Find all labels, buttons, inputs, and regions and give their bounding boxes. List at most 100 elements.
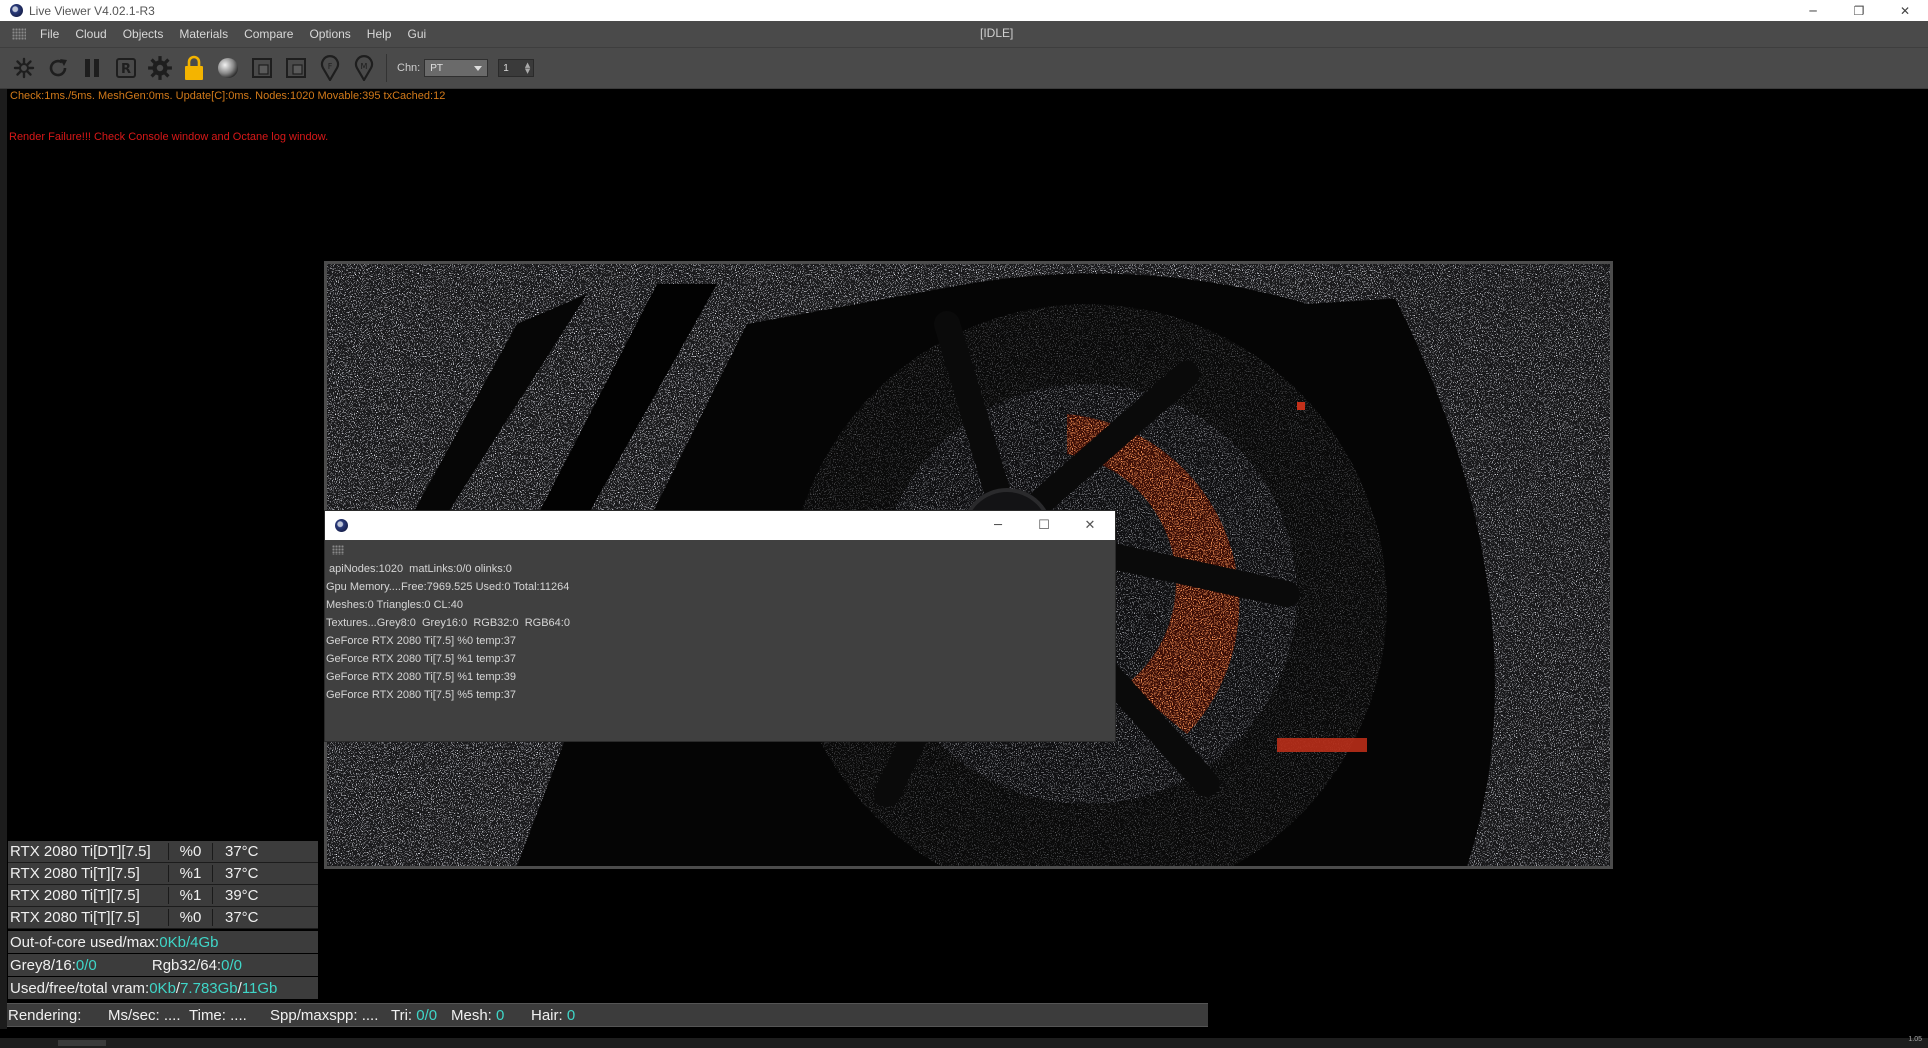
dialog-close-button[interactable]: ✕ <box>1067 511 1113 540</box>
window-title: Live Viewer V4.02.1-R3 <box>29 3 155 18</box>
gpu-row: RTX 2080 Ti[T][7.5] %0 37°C <box>8 907 318 929</box>
menu-gui[interactable]: Gui <box>399 27 434 41</box>
menu-grip-icon[interactable] <box>12 28 26 40</box>
window-controls: ─ ❐ ✕ <box>1790 0 1928 21</box>
dialog-line-gpu-2: GeForce RTX 2080 Ti[7.5] %1 temp:37 <box>326 653 516 665</box>
time-stat: Time: .... <box>189 1007 270 1024</box>
grey-value: 0/0 <box>75 956 97 974</box>
menu-help[interactable]: Help <box>359 27 400 41</box>
menu-compare[interactable]: Compare <box>236 27 301 41</box>
render-state-label: [IDLE] <box>980 26 1014 40</box>
gpu-status-table: RTX 2080 Ti[DT][7.5] %0 37°C RTX 2080 Ti… <box>8 841 318 929</box>
vram-total: 11Gb <box>241 979 278 997</box>
gpu-row: RTX 2080 Ti[T][7.5] %1 39°C <box>8 885 318 907</box>
bottom-scroll-strip <box>0 1038 1928 1048</box>
region-icon[interactable] <box>248 54 276 82</box>
menu-objects[interactable]: Objects <box>115 27 172 41</box>
spin-arrows-icon[interactable]: ▲ ▼ <box>525 62 530 75</box>
dialog-line-gpu-memory: Gpu Memory....Free:7969.525 Used:0 Total… <box>326 581 570 593</box>
region-alt-icon[interactable] <box>282 54 310 82</box>
mesh-stat: Mesh: 0 <box>451 1007 531 1024</box>
spin-value: 1 <box>503 62 509 74</box>
gpu-name: RTX 2080 Ti[DT][7.5] <box>10 843 151 860</box>
tri-stat: Tri: 0/0 <box>391 1007 451 1024</box>
gpu-name: RTX 2080 Ti[T][7.5] <box>10 887 140 904</box>
gpu-load: %0 <box>168 909 212 926</box>
settings-burst-icon[interactable] <box>10 54 38 82</box>
dialog-line-gpu-1: GeForce RTX 2080 Ti[7.5] %0 temp:37 <box>326 635 516 647</box>
vram-label: Used/free/total vram: <box>10 979 150 997</box>
ooc-used: 0Kb <box>159 933 186 951</box>
minimize-button[interactable]: ─ <box>1790 0 1836 21</box>
channel-spinbox[interactable]: 1 ▲ ▼ <box>498 59 535 77</box>
horizontal-scrollbar-thumb[interactable] <box>58 1040 106 1046</box>
restore-button[interactable]: ❐ <box>1836 0 1882 21</box>
gpu-name: RTX 2080 Ti[T][7.5] <box>10 865 140 882</box>
tri-value: 0/0 <box>416 1006 438 1024</box>
toolbar-separator <box>386 54 387 82</box>
dialog-line-textures: Textures...Grey8:0 Grey16:0 RGB32:0 RGB6… <box>326 617 570 629</box>
ms-label: Ms/sec: <box>108 1006 164 1024</box>
refresh-icon[interactable] <box>44 54 72 82</box>
channel-value: PT <box>430 62 444 74</box>
toolbar: R F M Chn: PT 1 ▲ ▼ <box>0 47 1928 89</box>
pin-m-icon[interactable]: M <box>350 54 378 82</box>
gpu-row: RTX 2080 Ti[T][7.5] %1 37°C <box>8 863 318 885</box>
mesh-value: 0 <box>496 1006 505 1024</box>
menu-file[interactable]: File <box>32 27 67 41</box>
vram-free: 7.783Gb <box>180 979 238 997</box>
menu-bar: File Cloud Objects Materials Compare Opt… <box>0 21 1928 47</box>
channel-select[interactable]: PT <box>424 59 489 77</box>
gpu-temp: 39°C <box>212 887 272 904</box>
close-button[interactable]: ✕ <box>1882 0 1928 21</box>
spp-value: .... <box>361 1006 379 1024</box>
r-icon[interactable]: R <box>112 54 140 82</box>
pause-icon[interactable] <box>78 54 106 82</box>
lock-icon[interactable] <box>180 54 208 82</box>
gpu-load: %1 <box>168 887 212 904</box>
dialog-grip-icon[interactable] <box>332 545 344 555</box>
dialog-line-gpu-3: GeForce RTX 2080 Ti[7.5] %1 temp:39 <box>326 671 516 683</box>
pin-f-icon[interactable]: F <box>316 54 344 82</box>
rgb-label: Rgb32/64: <box>151 956 222 974</box>
svg-text:F: F <box>328 62 333 71</box>
hair-stat: Hair: 0 <box>531 1007 591 1024</box>
timing-stats: Check:1ms./5ms. MeshGen:0ms. Update[C]:0… <box>10 90 446 102</box>
tri-label: Tri: <box>391 1006 417 1024</box>
corner-version-text: 1.05 <box>1908 1036 1922 1043</box>
dialog-line-gpu-4: GeForce RTX 2080 Ti[7.5] %5 temp:37 <box>326 689 516 701</box>
texture-count-row: Grey8/16: 0/0 Rgb32/64: 0/0 <box>8 954 318 976</box>
vram-used: 0Kb <box>149 979 176 997</box>
dialog-title-bar[interactable]: ─ ☐ ✕ <box>325 511 1115 540</box>
spp-label: Spp/maxspp: <box>270 1006 362 1024</box>
render-status-bar: Rendering: Ms/sec: .... Time: .... Spp/m… <box>7 1003 1208 1027</box>
app-logo-icon <box>10 4 23 17</box>
render-failure-message: Render Failure!!! Check Console window a… <box>9 131 329 143</box>
dialog-maximize-button[interactable]: ☐ <box>1021 511 1067 540</box>
gpu-row: RTX 2080 Ti[DT][7.5] %0 37°C <box>8 841 318 863</box>
dialog-line-meshes: Meshes:0 Triangles:0 CL:40 <box>326 599 463 611</box>
svg-text:R: R <box>121 62 131 77</box>
ooc-max: 4Gb <box>190 933 219 951</box>
rendering-label: Rendering: <box>8 1006 82 1024</box>
gpu-name: RTX 2080 Ti[T][7.5] <box>10 909 140 926</box>
menu-options[interactable]: Options <box>301 27 358 41</box>
menu-materials[interactable]: Materials <box>171 27 236 41</box>
time-value: .... <box>230 1006 247 1024</box>
out-of-core-row: Out-of-core used/max: 0Kb/4Gb <box>8 931 318 953</box>
ms-value: .... <box>163 1006 181 1024</box>
dialog-line-api-nodes: apiNodes:1020 matLinks:0/0 olinks:0 <box>326 563 512 575</box>
left-edge-strip <box>0 89 7 1029</box>
grey-label: Grey8/16: <box>10 956 76 974</box>
menu-cloud[interactable]: Cloud <box>67 27 114 41</box>
sphere-icon[interactable] <box>214 54 242 82</box>
title-bar: Live Viewer V4.02.1-R3 ─ ❐ ✕ <box>0 0 1928 21</box>
gpu-load: %0 <box>168 843 212 860</box>
dialog-minimize-button[interactable]: ─ <box>975 511 1021 540</box>
gear-icon[interactable] <box>146 54 174 82</box>
channel-label: Chn: <box>397 62 421 74</box>
ms-sec-stat: Ms/sec: .... <box>108 1007 189 1024</box>
gpu-temp: 37°C <box>212 909 272 926</box>
hair-label: Hair: <box>531 1006 567 1024</box>
ooc-label: Out-of-core used/max: <box>10 933 160 951</box>
